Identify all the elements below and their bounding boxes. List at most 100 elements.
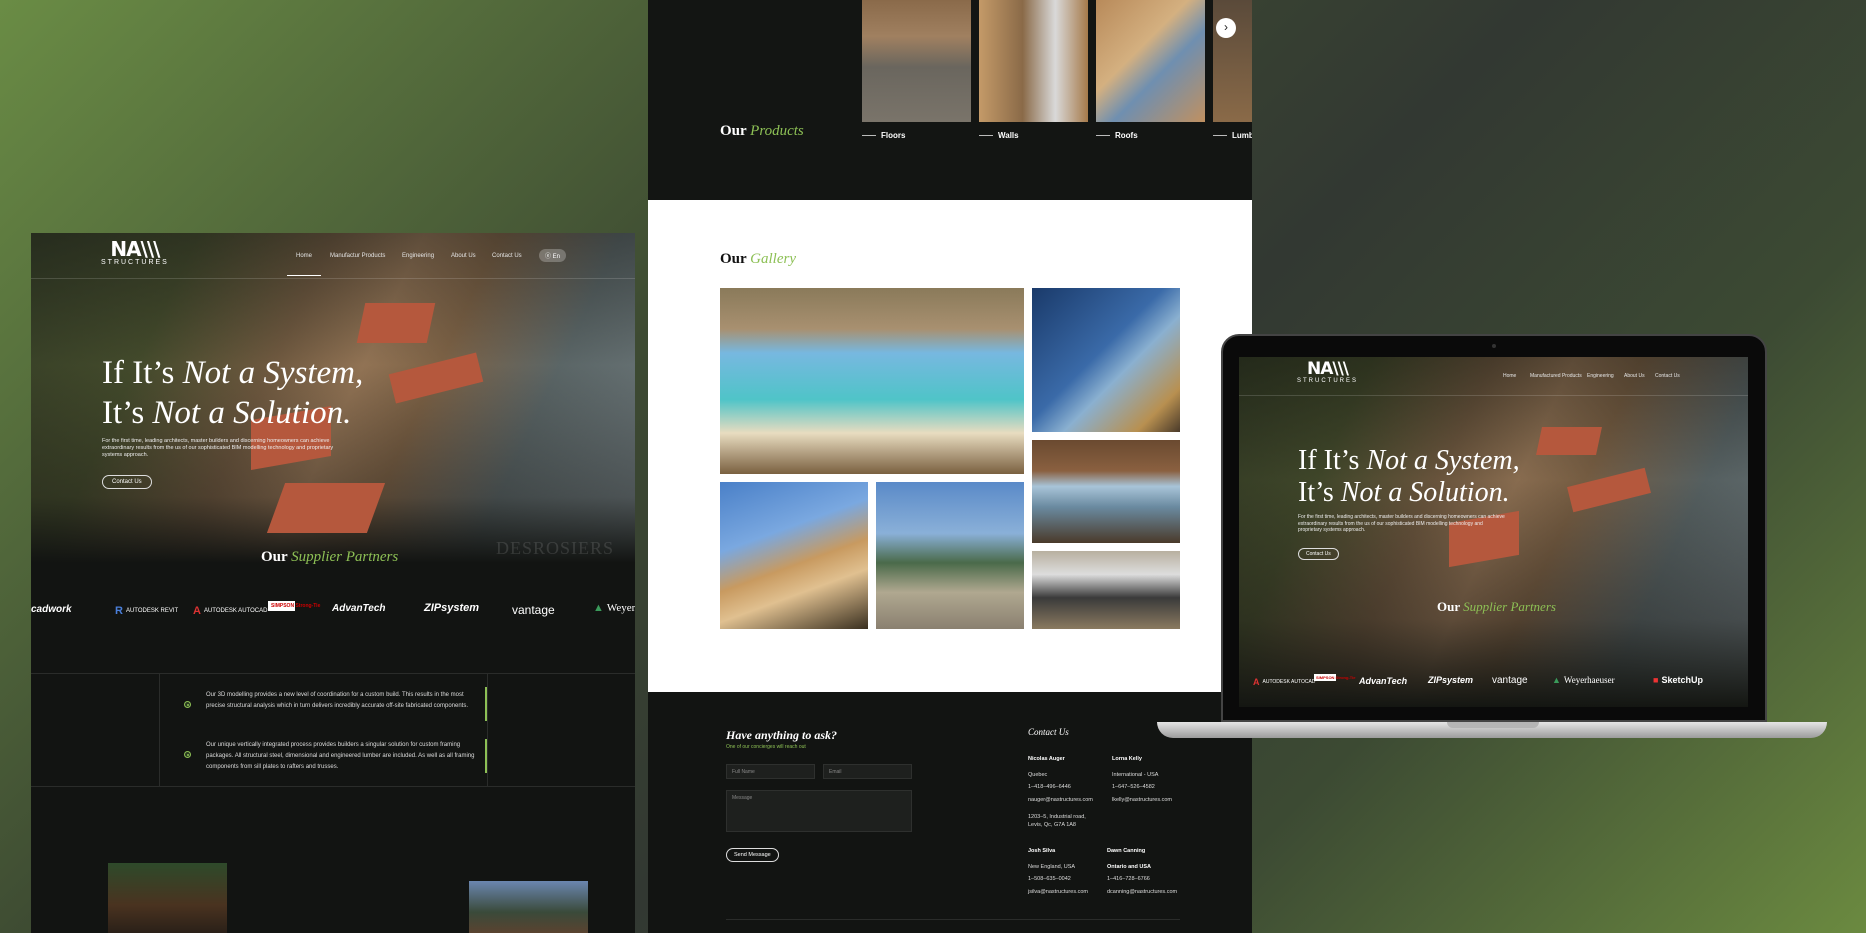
logo-text: SketchUp [1661, 675, 1703, 685]
contact-email[interactable]: jsilva@nastructures.com [1028, 889, 1088, 895]
contact-address: Levis, Qc, G7A 1A8 [1028, 822, 1076, 828]
language-toggle[interactable]: ⓔ En [539, 249, 567, 262]
contact-phone[interactable]: 1–416–728–6766 [1107, 876, 1150, 882]
house-roof-shape [266, 483, 386, 533]
contact-phone[interactable]: 1–418–496–6446 [1028, 784, 1071, 790]
gallery-image[interactable] [720, 482, 868, 629]
laptop-mockup: NA\\\ STRUCTURES Home Manufactured Produ… [1157, 334, 1827, 744]
partner-logo-autocad: A AUTODESK AUTOCAD [1253, 677, 1316, 687]
email-field[interactable]: Email [823, 764, 912, 779]
project-thumbnail[interactable] [469, 881, 588, 933]
gallery-image[interactable] [720, 288, 1024, 474]
partner-logo-advantech: AdvanTech [1359, 676, 1408, 686]
logo-text: STRUCTURES [1297, 378, 1359, 384]
active-nav-indicator [287, 275, 321, 276]
headline-part: If It’s [102, 355, 183, 391]
carousel-next-icon[interactable]: › [1216, 18, 1236, 38]
contact-address: 1203–5, Industrial road, [1028, 814, 1086, 820]
hero-description: For the first time, leading architects, … [102, 438, 334, 458]
gallery-title: Our Gallery [720, 251, 796, 268]
contact-phone[interactable]: 1–647–526–4582 [1112, 784, 1155, 790]
nav-products[interactable]: Manufactured Products [1530, 373, 1582, 379]
nav-contact[interactable]: Contact Us [492, 253, 522, 259]
partner-logo-weyerhaeuser: ▲ Weyerhaeuser [1552, 675, 1615, 685]
headline-italic: Not a System, [182, 355, 364, 391]
top-nav: NA\\\ STRUCTURES Home Manufactur Product… [31, 233, 635, 279]
title-accent: Products [750, 123, 804, 139]
logo-mark: NA\\\ [110, 237, 160, 261]
feature-text: Our unique vertically integrated process… [206, 742, 475, 770]
contact-email[interactable]: lkelly@nastructures.com [1112, 797, 1172, 803]
contact-region: Ontario and USA [1107, 864, 1152, 870]
gallery-image[interactable] [876, 482, 1024, 629]
product-image-lumber[interactable] [1213, 0, 1252, 122]
message-field[interactable]: Message [726, 790, 912, 832]
company-logo[interactable]: NA\\\ STRUCTURES [1297, 359, 1359, 385]
logo-text: AUTODESK AUTOCAD [203, 608, 268, 614]
logo-mark: NA\\\ [1307, 359, 1349, 379]
nav-home[interactable]: Home [1503, 373, 1516, 379]
laptop-notch [1447, 722, 1539, 728]
feature-bullet-icon [184, 701, 191, 708]
contact-phone[interactable]: 1–508–635–0042 [1028, 876, 1071, 882]
watermark-text: DESROSIERS [496, 538, 615, 558]
title-accent: Gallery [750, 251, 796, 267]
headline-italic: Not a System, [1366, 445, 1520, 476]
feature-accent-bar [485, 687, 487, 721]
product-image-roofs[interactable] [1096, 0, 1205, 122]
nav-products[interactable]: Manufactur Products [330, 253, 385, 259]
nav-engineering[interactable]: Engineering [402, 253, 434, 259]
nav-engineering[interactable]: Engineering [1587, 373, 1614, 379]
partner-logo-weyerhaeuser: ▲ Weyer [593, 602, 635, 614]
partner-logo-cadwork: cadwork [31, 604, 72, 615]
headline-part: If It’s [1298, 445, 1367, 476]
send-message-button[interactable]: Send Message [726, 848, 779, 862]
contact-us-heading: Contact Us [1028, 727, 1069, 737]
contact-form-title: Have anything to ask? [726, 728, 838, 742]
divider [487, 673, 488, 786]
contact-name: Dawn Canning [1107, 848, 1146, 854]
contact-name: Nicolas Auger [1028, 756, 1065, 762]
title-accent: Supplier Partners [291, 549, 399, 565]
contact-email[interactable]: dcanning@nastructures.com [1107, 889, 1177, 895]
partner-logo-zipsystem: ZIPsystem [424, 602, 480, 614]
hero-headline: If It’s Not a System, It’s Not a Solutio… [102, 353, 363, 433]
hero-contact-button[interactable]: Contact Us [1298, 548, 1339, 560]
hero-contact-button[interactable]: Contact Us [102, 475, 152, 489]
headline-italic: Not a Solution. [152, 395, 352, 431]
title-part: Our [261, 549, 292, 565]
laptop-screen: NA\\\ STRUCTURES Home Manufactured Produ… [1239, 357, 1748, 707]
nav-about[interactable]: About Us [451, 253, 476, 259]
partner-logo-vantage: vantage [1492, 675, 1528, 686]
product-label-roofs[interactable]: Roofs [1096, 131, 1138, 140]
house-roof-shape [1536, 427, 1602, 455]
product-label-walls[interactable]: Walls [979, 131, 1019, 140]
nav-home[interactable]: Home [296, 253, 312, 259]
partners-title: Our Supplier Partners [261, 549, 398, 566]
hero-headline: If It’s Not a System, It’s Not a Solutio… [1298, 445, 1520, 509]
feature-text: Our 3D modelling provides a new level of… [206, 692, 469, 709]
product-image-floors[interactable] [862, 0, 971, 122]
headline-part: It’s [102, 395, 153, 431]
title-accent: Supplier Partners [1463, 599, 1556, 614]
title-part: Our [1437, 599, 1464, 614]
product-label-floors[interactable]: Floors [862, 131, 905, 140]
project-thumbnail[interactable] [108, 863, 227, 933]
divider [31, 673, 635, 674]
partner-logo-simpson: SIMPSON Strong-Tie [1314, 674, 1356, 681]
products-section: Our Products Floors Walls Roofs Lumb › [648, 0, 1252, 200]
nav-about[interactable]: About Us [1624, 373, 1645, 379]
product-label-lumber[interactable]: Lumb [1213, 131, 1252, 140]
partner-logo-zipsystem: ZIPsystem [1428, 675, 1474, 685]
partner-logo-revit: R AUTODESK REVIT [115, 605, 179, 617]
headline-part: It’s [1298, 477, 1341, 508]
company-logo[interactable]: NA\\\ STRUCTURES [101, 239, 169, 266]
contact-form-subtitle: One of our concierges will reach out [726, 744, 806, 750]
divider [726, 919, 1180, 920]
product-image-walls[interactable] [979, 0, 1088, 122]
contact-email[interactable]: nauger@nastructures.com [1028, 797, 1093, 803]
fullname-field[interactable]: Full Name [726, 764, 815, 779]
house-roof-shape [1567, 467, 1651, 513]
nav-contact[interactable]: Contact Us [1655, 373, 1680, 379]
divider [159, 673, 160, 786]
